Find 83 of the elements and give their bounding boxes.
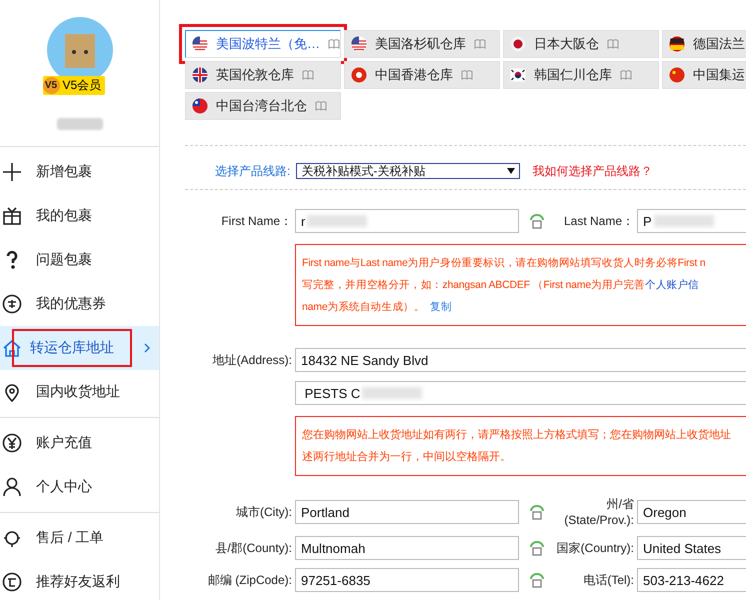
account-info-link[interactable]: 个人账户信 [644, 279, 699, 291]
sidebar-item[interactable]: 推荐好友返利 [0, 560, 159, 600]
member-badge: V5 V5会员 [42, 76, 106, 95]
sidebar-item-label: 账户充值 [35, 433, 93, 452]
address-notice: 您在购物网站上收货地址如有两行，请严格按照上方格式填写；您在购物网站上收货地址 述两行地址合并为一行，中间以空格隔开。 [295, 416, 746, 476]
flag-icon [351, 67, 367, 83]
sidebar-item-label: 问题包裹 [35, 250, 93, 269]
flag-icon [669, 67, 685, 83]
blurred-username [56, 118, 102, 130]
warehouse-tab[interactable]: 中国集运 [662, 61, 746, 89]
book-icon [328, 39, 340, 49]
blurred-text [654, 215, 714, 227]
book-icon [302, 70, 314, 80]
sidebar-item-label: 新增包裹 [35, 162, 93, 181]
address-field[interactable]: 18432 NE Sandy Blvd [295, 348, 746, 372]
flag-icon [192, 67, 208, 83]
sidebar-item[interactable]: 我的包裹 [0, 194, 159, 238]
sidebar-item[interactable]: 国内收货地址 [0, 370, 159, 414]
sidebar-item[interactable]: 问题包裹 [0, 238, 159, 282]
warehouse-tab[interactable]: 美国洛杉矶仓库 [344, 30, 500, 58]
book-icon [607, 39, 619, 49]
field-label: 电话(Tel): [582, 572, 635, 588]
flag-icon [669, 36, 685, 52]
sidebar-item-label: 我的包裹 [35, 206, 93, 225]
text-field[interactable]: Multnomah [295, 536, 519, 560]
sidebar-item[interactable]: 转运仓库地址 [0, 326, 159, 370]
address-field[interactable]: PESTS C [295, 381, 746, 405]
person-icon [2, 477, 22, 497]
sidebar-item-label: 推荐好友返利 [35, 572, 121, 591]
pin-icon [2, 382, 22, 402]
sidebar-item[interactable]: 新增包裹 [0, 150, 159, 194]
warehouse-tab[interactable]: 中国台湾台北仓 [185, 92, 341, 120]
product-line-dropdown[interactable]: 关税补贴模式-关税补贴 [296, 163, 520, 179]
field-label: 州/省 (State/Prov.): [563, 496, 635, 528]
warehouse-tab[interactable]: 德国法兰 [662, 30, 746, 58]
copy-link[interactable]: 复制 [430, 301, 452, 313]
field-label: 地址(Address): [212, 352, 293, 368]
book-icon [620, 70, 632, 80]
last-name-field[interactable]: P [637, 209, 746, 233]
text-field[interactable]: 503-213-4622 [637, 568, 746, 592]
flag-icon [351, 36, 367, 52]
flag-icon [192, 36, 208, 52]
sidebar-item[interactable]: 个人中心 [0, 465, 159, 509]
gift-icon [2, 206, 22, 226]
field-label: 国家(Country): [556, 540, 635, 556]
field-label: First Name： [220, 212, 293, 230]
book-icon [474, 39, 486, 49]
sidebar-item-label: 个人中心 [35, 477, 93, 496]
plus-icon [2, 162, 22, 182]
yuan-icon [2, 433, 22, 453]
book-icon [315, 101, 327, 111]
product-line-label: 选择产品线路: [215, 162, 290, 180]
house-icon [2, 338, 22, 358]
text-field[interactable]: 97251-6835 [295, 568, 519, 592]
name-notice: First name与Last name为用户身份重要标识，请在购物网站填写收货人时务必将First n 写完整，并用空格分开，如：zhangsan ABCDEF （First name为用户完善个人账户信 name为系统自动生成）。 复制 [295, 244, 746, 326]
book-icon [461, 70, 473, 80]
sidebar-item[interactable]: 账户充值 [0, 421, 159, 465]
flag-icon [192, 98, 208, 114]
text-field[interactable]: Oregon [637, 500, 746, 524]
warehouse-tab[interactable]: 日本大阪仓 [503, 30, 659, 58]
sidebar-item-label: 我的优惠券 [35, 294, 107, 313]
help-link[interactable]: 我如何选择产品线路？ [532, 162, 652, 180]
warehouse-tab[interactable]: 韩国仁川仓库 [503, 61, 659, 89]
field-label: 县/郡(County): [214, 540, 293, 556]
sidebar-item-label: 转运仓库地址 [12, 329, 132, 367]
sidebar-item-label: 国内收货地址 [35, 382, 121, 401]
sidebar-item[interactable]: 售后 / 工单 [0, 516, 159, 560]
flag-icon [510, 67, 526, 83]
first-name-field[interactable]: r [295, 209, 519, 233]
sidebar-item-label: 售后 / 工单 [35, 528, 105, 547]
warehouse-tab[interactable]: 中国香港仓库 [344, 61, 500, 89]
chevron-right-icon [144, 343, 150, 353]
field-label: 城市(City): [235, 504, 293, 520]
text-field[interactable]: Portland [295, 500, 519, 524]
field-label: 邮编 (ZipCode): [206, 572, 293, 588]
field-label: Last Name： [562, 213, 635, 229]
flag-icon [510, 36, 526, 52]
warehouse-tab[interactable]: 英国伦敦仓库 [185, 61, 341, 89]
blurred-text [307, 215, 368, 227]
blurred-text [362, 387, 422, 399]
dropdown-arrow-icon [507, 168, 516, 174]
sidebar-item[interactable]: 我的优惠券 [0, 282, 159, 326]
text-field[interactable]: United States [637, 536, 746, 560]
